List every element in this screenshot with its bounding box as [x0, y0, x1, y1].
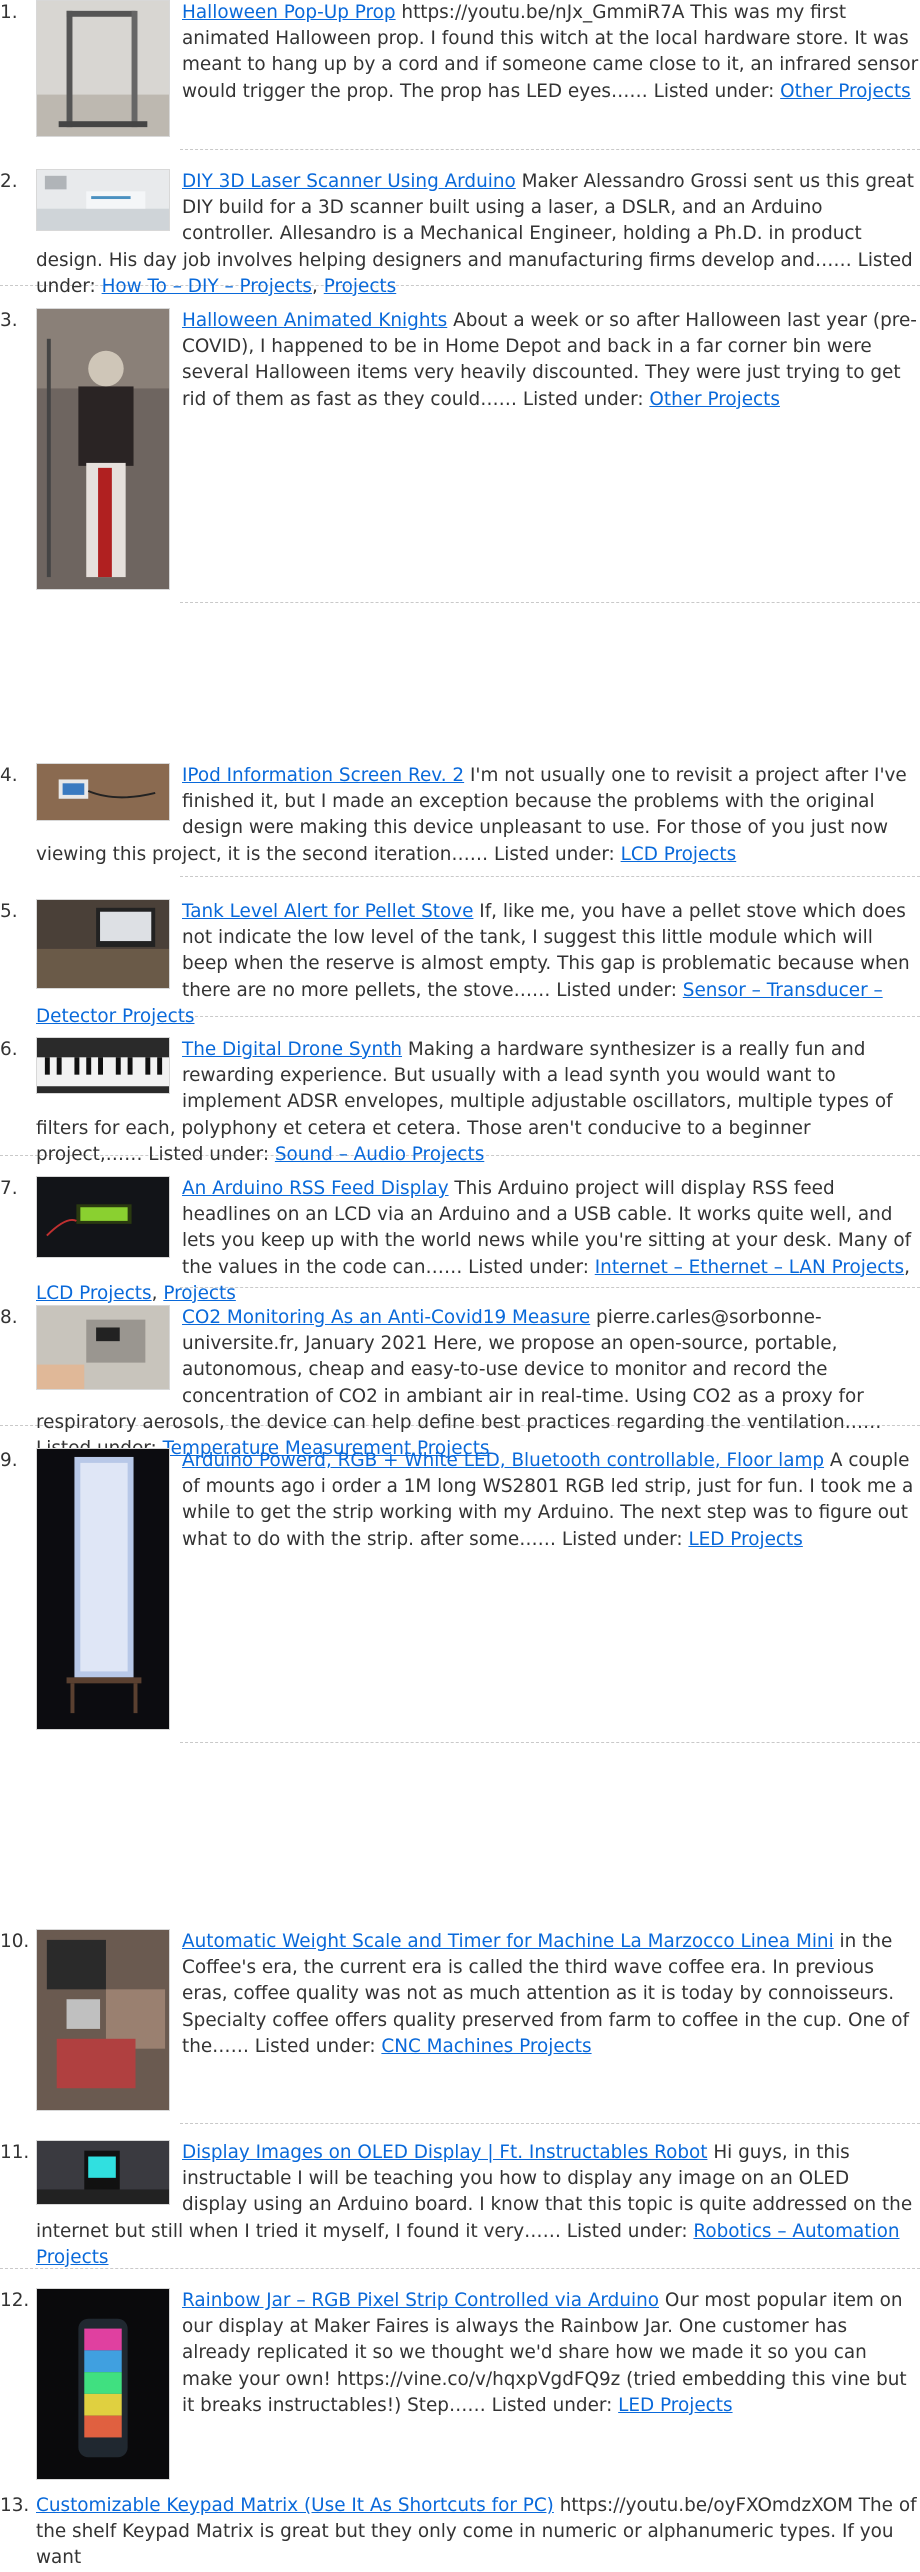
thumbnail-image[interactable] [36, 169, 170, 231]
list-item: 1. Halloween Pop-Up Prop https://youtu.b… [0, 0, 920, 163]
list-item: 3. Halloween Animated Knights About a we… [0, 308, 920, 606]
item-number: 10. [0, 1931, 30, 1952]
list-item: 9. Arduino Powerd, RGB + White LED, Blue… [0, 1448, 920, 1744]
category-link[interactable]: LED Projects [618, 2395, 732, 2416]
item-title-link[interactable]: Display Images on OLED Display | Ft. Ins… [182, 2142, 707, 2163]
category-link[interactable]: Sound – Audio Projects [275, 1144, 484, 1165]
list-item: 5. Tank Level Alert for Pellet Stove If,… [0, 899, 920, 1036]
list-item: 11. Display Images on OLED Display | Ft.… [0, 2140, 920, 2290]
thumbnail-image[interactable] [36, 2288, 170, 2480]
divider [180, 2123, 920, 2124]
item-title-link[interactable]: Customizable Keypad Matrix (Use It As Sh… [36, 2495, 554, 2516]
item-title-link[interactable]: Automatic Weight Scale and Timer for Mac… [182, 1931, 834, 1952]
category-link[interactable]: LCD Projects [36, 1283, 152, 1304]
item-number: 13. [0, 2495, 30, 2516]
thumbnail-image[interactable] [36, 1929, 170, 2111]
category-link[interactable]: How To – DIY – Projects [102, 276, 312, 297]
thumbnail-image[interactable] [36, 1448, 170, 1730]
thumbnail-image[interactable] [36, 2140, 170, 2205]
list-item: 6. The Digital Drone Synth Making a hard… [0, 1037, 920, 1175]
item-number: 5. [0, 901, 18, 922]
item-title-link[interactable]: Tank Level Alert for Pellet Stove [182, 901, 473, 922]
item-title-link[interactable]: An Arduino RSS Feed Display [182, 1178, 449, 1199]
item-title-link[interactable]: DIY 3D Laser Scanner Using Arduino [182, 171, 516, 192]
item-number: 2. [0, 171, 18, 192]
item-number: 12. [0, 2290, 30, 2311]
category-link[interactable]: CNC Machines Projects [381, 2036, 591, 2057]
item-number: 6. [0, 1039, 18, 1060]
thumbnail-image[interactable] [36, 899, 170, 989]
category-link[interactable]: Other Projects [780, 81, 911, 102]
list-item: 7. An Arduino RSS Feed Display This Ardu… [0, 1176, 920, 1304]
list-item: 8. CO2 Monitoring As an Anti-Covid19 Mea… [0, 1305, 920, 1459]
thumbnail-image[interactable] [36, 1037, 170, 1094]
item-title-link[interactable]: The Digital Drone Synth [182, 1039, 402, 1060]
project-list: 1. Halloween Pop-Up Prop https://youtu.b… [0, 0, 920, 2568]
item-number: 3. [0, 310, 18, 331]
category-link[interactable]: LED Projects [688, 1529, 802, 1550]
item-text: Customizable Keypad Matrix (Use It As Sh… [36, 2493, 920, 2572]
item-title-link[interactable]: IPod Information Screen Rev. 2 [182, 765, 464, 786]
list-item: 12. Rainbow Jar – RGB Pixel Strip Contro… [0, 2288, 920, 2493]
item-number: 1. [0, 2, 18, 23]
thumbnail-image[interactable] [36, 763, 170, 821]
item-number: 11. [0, 2142, 30, 2163]
item-number: 4. [0, 765, 18, 786]
thumbnail-image[interactable] [36, 1176, 170, 1258]
item-title-link[interactable]: Halloween Animated Knights [182, 310, 447, 331]
item-number: 8. [0, 1307, 18, 1328]
item-title-link[interactable]: CO2 Monitoring As an Anti-Covid19 Measur… [182, 1307, 590, 1328]
thumbnail-image[interactable] [36, 0, 170, 137]
category-link[interactable]: Other Projects [649, 389, 780, 410]
list-item: 2. DIY 3D Laser Scanner Using Arduino Ma… [0, 169, 920, 307]
item-title-link[interactable]: Halloween Pop-Up Prop [182, 2, 396, 23]
list-item: 4. IPod Information Screen Rev. 2 I'm no… [0, 763, 920, 898]
category-link[interactable]: Projects [163, 1283, 236, 1304]
item-number: 7. [0, 1178, 18, 1199]
category-link[interactable]: LCD Projects [621, 844, 737, 865]
item-title-link[interactable]: Arduino Powerd, RGB + White LED, Bluetoo… [182, 1450, 824, 1471]
item-title-link[interactable]: Rainbow Jar – RGB Pixel Strip Controlled… [182, 2290, 659, 2311]
item-number: 9. [0, 1450, 18, 1471]
category-link[interactable]: Internet – Ethernet – LAN Projects [595, 1257, 904, 1278]
list-item: 13. Customizable Keypad Matrix (Use It A… [0, 2493, 920, 2568]
thumbnail-image[interactable] [36, 1305, 170, 1390]
category-link[interactable]: Projects [324, 276, 397, 297]
list-item: 10. Automatic Weight Scale and Timer for… [0, 1929, 920, 2119]
thumbnail-image[interactable] [36, 308, 170, 590]
